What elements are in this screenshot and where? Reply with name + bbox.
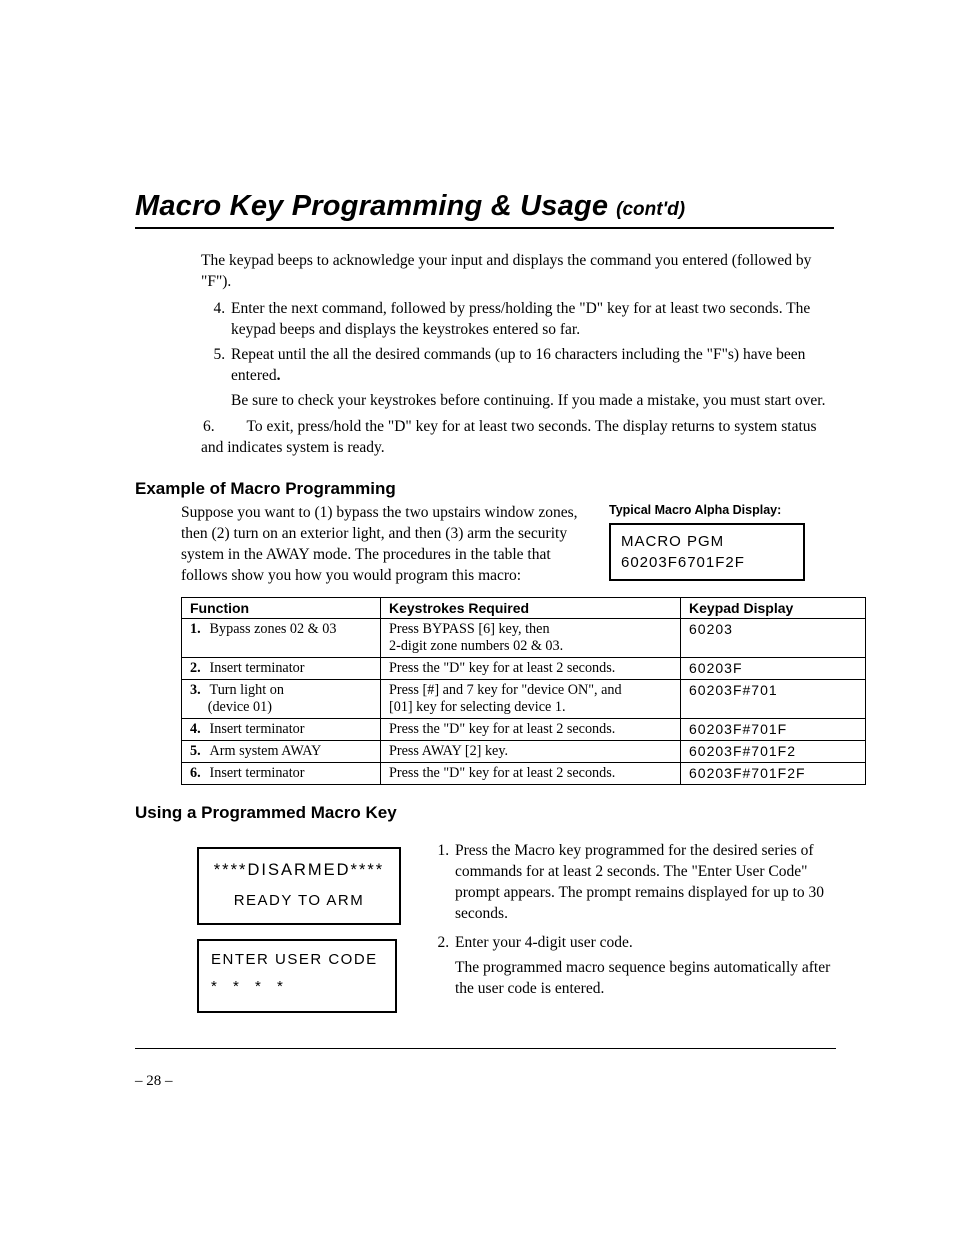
- step-list: Enter the next command, followed by pres…: [201, 299, 834, 412]
- typical-display-label: Typical Macro Alpha Display:: [609, 503, 805, 517]
- title-block: Macro Key Programming & Usage (cont'd): [135, 190, 834, 229]
- use-step-2-follow: The programmed macro sequence begins aut…: [455, 958, 834, 1000]
- use-step-2-text: Enter your 4-digit user code.: [455, 934, 633, 951]
- lcd-disarmed-line1: ****DISARMED****: [213, 859, 385, 882]
- example-display: Typical Macro Alpha Display: MACRO PGM 6…: [609, 503, 805, 587]
- example-heading: Example of Macro Programming: [135, 479, 834, 499]
- using-row: ****DISARMED**** READY TO ARM ENTER USER…: [181, 841, 834, 1013]
- intro-paragraph: The keypad beeps to acknowledge your inp…: [201, 251, 834, 293]
- step-5-dot: .: [277, 367, 281, 384]
- th-keystrokes: Keystrokes Required: [381, 597, 681, 618]
- use-step-1: Press the Macro key programmed for the d…: [453, 841, 834, 925]
- using-steps: Press the Macro key programmed for the d…: [429, 841, 834, 1013]
- page-number: – 28 –: [135, 1073, 173, 1090]
- step-5: Repeat until the all the desired command…: [229, 345, 834, 412]
- example-row: Suppose you want to (1) bypass the two u…: [181, 503, 834, 587]
- lcd-typical: MACRO PGM 60203F6701F2F: [609, 523, 805, 581]
- table-row: 1. Bypass zones 02 & 03 Press BYPASS [6]…: [182, 618, 866, 657]
- th-function: Function: [182, 597, 381, 618]
- lcd-disarmed: ****DISARMED**** READY TO ARM: [197, 847, 401, 925]
- step-5-follow: Be sure to check your keystrokes before …: [231, 391, 834, 412]
- table-row: 5. Arm system AWAY Press AWAY [2] key. 6…: [182, 740, 866, 762]
- page-title-cont: (cont'd): [616, 199, 685, 220]
- table-row: 3. Turn light on (device 01) Press [#] a…: [182, 679, 866, 718]
- table-row: 4. Insert terminator Press the "D" key f…: [182, 718, 866, 740]
- th-display: Keypad Display: [681, 597, 866, 618]
- lcd-enter-code: ENTER USER CODE * * * *: [197, 939, 397, 1013]
- lcd-disarmed-line2: READY TO ARM: [213, 890, 385, 911]
- step-6-text: To exit, press/hold the "D" key for at l…: [201, 418, 817, 456]
- lcd-typical-line2: 60203F6701F2F: [621, 552, 793, 573]
- using-heading: Using a Programmed Macro Key: [135, 803, 834, 823]
- using-displays: ****DISARMED**** READY TO ARM ENTER USER…: [181, 841, 403, 1013]
- macro-table: Function Keystrokes Required Keypad Disp…: [181, 597, 866, 785]
- page: Macro Key Programming & Usage (cont'd) T…: [0, 0, 954, 1235]
- page-title: Macro Key Programming & Usage: [135, 190, 608, 222]
- step-6-number: 6.: [203, 417, 231, 438]
- lcd-enter-line1: ENTER USER CODE: [211, 949, 383, 970]
- table-header-row: Function Keystrokes Required Keypad Disp…: [182, 597, 866, 618]
- use-step-2: Enter your 4-digit user code. The progra…: [453, 933, 834, 1000]
- table-row: 6. Insert terminator Press the "D" key f…: [182, 762, 866, 784]
- body-text: The keypad beeps to acknowledge your inp…: [201, 251, 834, 459]
- lcd-enter-line2: * * * *: [211, 976, 383, 997]
- step-5-text: Repeat until the all the desired command…: [231, 346, 805, 384]
- table-row: 2. Insert terminator Press the "D" key f…: [182, 657, 866, 679]
- example-paragraph: Suppose you want to (1) bypass the two u…: [181, 503, 581, 587]
- lcd-typical-line1: MACRO PGM: [621, 531, 793, 552]
- step-6: 6. To exit, press/hold the "D" key for a…: [201, 417, 834, 459]
- step-4: Enter the next command, followed by pres…: [229, 299, 834, 341]
- footer-rule: [135, 1048, 836, 1049]
- use-step-list: Press the Macro key programmed for the d…: [429, 841, 834, 999]
